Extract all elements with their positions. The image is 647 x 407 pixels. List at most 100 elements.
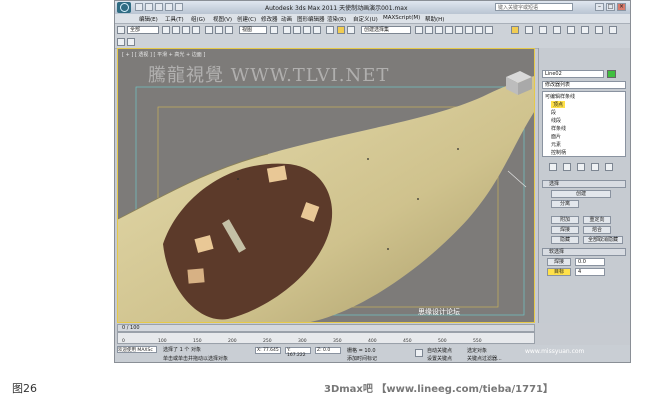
- menu-maxscript[interactable]: MAXScript(M): [383, 15, 420, 21]
- save-icon[interactable]: [155, 3, 163, 11]
- undo-icon[interactable]: [165, 3, 173, 11]
- unhide-all-button[interactable]: 全部取消隐藏: [583, 236, 623, 244]
- add-time-tag[interactable]: 添加时间标记: [347, 355, 377, 362]
- app-logo-icon[interactable]: [117, 2, 131, 13]
- quick-render-icon[interactable]: [485, 26, 493, 34]
- menu-group[interactable]: 组(G): [191, 15, 205, 23]
- menu-edit[interactable]: 编辑(E): [139, 15, 158, 23]
- perspective-viewport[interactable]: [ + ] [ 透视 ] [ 平滑 + 高光 + 边面 ] 騰龍視覺 WWW.T…: [117, 48, 535, 323]
- angle-snap-icon[interactable]: [293, 26, 301, 34]
- set-key-button[interactable]: 设置关键点: [427, 355, 452, 362]
- maxscript-listener[interactable]: 欢迎使用 MAXSc: [117, 346, 157, 353]
- motion-panel-icon[interactable]: [553, 26, 561, 34]
- stack-item[interactable]: 样条线: [551, 125, 566, 132]
- hierarchy-panel-icon[interactable]: [539, 26, 547, 34]
- viewport-label[interactable]: [ + ] [ 透视 ] [ 平滑 + 高光 + 边面 ]: [122, 51, 205, 58]
- graphite-tools-icon[interactable]: [425, 26, 433, 34]
- window-crossing-icon[interactable]: [192, 26, 200, 34]
- curve-editor-icon[interactable]: [435, 26, 443, 34]
- selected-object-dropdown[interactable]: 选定对象: [467, 347, 487, 354]
- menu-customize[interactable]: 自定义(U): [353, 15, 378, 23]
- z-coordinate-field[interactable]: Z: 0.0: [315, 347, 341, 354]
- stack-item-selected[interactable]: 顶点: [551, 101, 566, 108]
- timeline-ruler[interactable]: 0 100 150 200 250 300 350 400 450 500 55…: [117, 332, 535, 344]
- menu-tools[interactable]: 工具(T): [165, 15, 184, 23]
- search-input[interactable]: 键入关键字或短语: [495, 3, 573, 11]
- utilities-panel-icon[interactable]: [581, 26, 589, 34]
- make-unique-icon[interactable]: [577, 163, 585, 171]
- spinner-snap-icon[interactable]: [313, 26, 321, 34]
- new-icon[interactable]: [135, 3, 143, 11]
- select-object-icon[interactable]: [162, 26, 170, 34]
- detach-button[interactable]: 分离: [551, 200, 579, 208]
- key-filters-button[interactable]: 关键点过滤器...: [467, 355, 502, 362]
- menu-modifiers[interactable]: 修改器: [261, 15, 278, 23]
- percent-snap-icon[interactable]: [303, 26, 311, 34]
- maximize-icon[interactable]: □: [606, 3, 615, 11]
- align-icon[interactable]: [347, 26, 355, 34]
- close-icon[interactable]: ×: [617, 3, 626, 11]
- connect-button[interactable]: 熔合: [583, 226, 611, 234]
- render-frame-icon[interactable]: [475, 26, 483, 34]
- time-slider[interactable]: 0 / 100: [117, 324, 535, 332]
- target-pixel-input[interactable]: 4: [575, 268, 605, 276]
- material-editor-icon[interactable]: [455, 26, 463, 34]
- render-setup-icon[interactable]: [465, 26, 473, 34]
- selection-rollout[interactable]: 选择: [542, 180, 626, 188]
- menu-help[interactable]: 帮助(H): [425, 15, 444, 23]
- open-icon[interactable]: [145, 3, 153, 11]
- reference-coordinate-dropdown[interactable]: 视图: [239, 26, 267, 34]
- select-by-name-icon[interactable]: [172, 26, 180, 34]
- region-select-icon[interactable]: [182, 26, 190, 34]
- modifier-stack[interactable]: 可编辑样条线 顶点 段 线段 样条线 面片 元素 控制柄: [542, 91, 626, 157]
- edit-named-selection-icon[interactable]: [326, 26, 334, 34]
- menu-animation[interactable]: 动画: [281, 15, 292, 23]
- stack-item[interactable]: 段: [551, 109, 556, 116]
- configure-sets-icon[interactable]: [605, 163, 613, 171]
- object-color-swatch[interactable]: [607, 70, 616, 78]
- schematic-view-icon[interactable]: [445, 26, 453, 34]
- stack-item[interactable]: 可编辑样条线: [545, 93, 575, 100]
- mirror-icon[interactable]: [337, 26, 345, 34]
- stack-item[interactable]: 控制柄: [551, 149, 566, 156]
- x-coordinate-field[interactable]: X: 77.645: [255, 347, 281, 354]
- customize-panel-icon[interactable]: [595, 26, 603, 34]
- create-line-button[interactable]: 创建: [551, 190, 611, 198]
- attach-button[interactable]: 附加: [551, 216, 579, 224]
- menu-graph-editors[interactable]: 图形编辑器: [297, 15, 325, 23]
- layer-manager-icon[interactable]: [415, 26, 423, 34]
- hide-button[interactable]: 隐藏: [551, 236, 579, 244]
- ribbon-toggle-icon[interactable]: [117, 38, 125, 46]
- menu-rendering[interactable]: 渲染(R): [327, 15, 346, 23]
- redo-icon[interactable]: [175, 3, 183, 11]
- undo-toolbar-icon[interactable]: [117, 26, 125, 34]
- stack-item[interactable]: 线段: [551, 117, 561, 124]
- remove-modifier-icon[interactable]: [591, 163, 599, 171]
- minimize-icon[interactable]: –: [595, 3, 604, 11]
- show-end-result-icon[interactable]: [563, 163, 571, 171]
- weld-threshold-input[interactable]: 0.0: [575, 258, 605, 266]
- extra-panel-icon[interactable]: [609, 26, 617, 34]
- modifier-list-dropdown[interactable]: 修改器列表: [542, 81, 626, 89]
- move-icon[interactable]: [205, 26, 213, 34]
- pivot-icon[interactable]: [270, 26, 278, 34]
- auto-key-button[interactable]: 自动关键点: [427, 347, 452, 354]
- stack-item[interactable]: 元素: [551, 141, 561, 148]
- pin-stack-icon[interactable]: [549, 163, 557, 171]
- menu-create[interactable]: 创建(C): [237, 15, 256, 23]
- snap-icon[interactable]: [283, 26, 291, 34]
- create-panel-icon[interactable]: [511, 26, 519, 34]
- y-coordinate-field[interactable]: Y: 167.222: [285, 347, 311, 358]
- scale-icon[interactable]: [225, 26, 233, 34]
- selection-filter-dropdown[interactable]: 全部: [127, 26, 159, 34]
- target-weld-button[interactable]: 目标: [547, 268, 571, 276]
- display-panel-icon[interactable]: [567, 26, 575, 34]
- soft-selection-rollout[interactable]: 软选择: [542, 248, 626, 256]
- weld-button[interactable]: 焊接: [551, 226, 579, 234]
- stack-item[interactable]: 面片: [551, 133, 561, 140]
- object-name-field[interactable]: Line02: [542, 70, 604, 78]
- ribbon-expand-icon[interactable]: [127, 38, 135, 46]
- modify-panel-icon[interactable]: [525, 26, 533, 34]
- reorient-button[interactable]: 重定向: [583, 216, 611, 224]
- weld-vertex-button[interactable]: 焊接: [547, 258, 571, 266]
